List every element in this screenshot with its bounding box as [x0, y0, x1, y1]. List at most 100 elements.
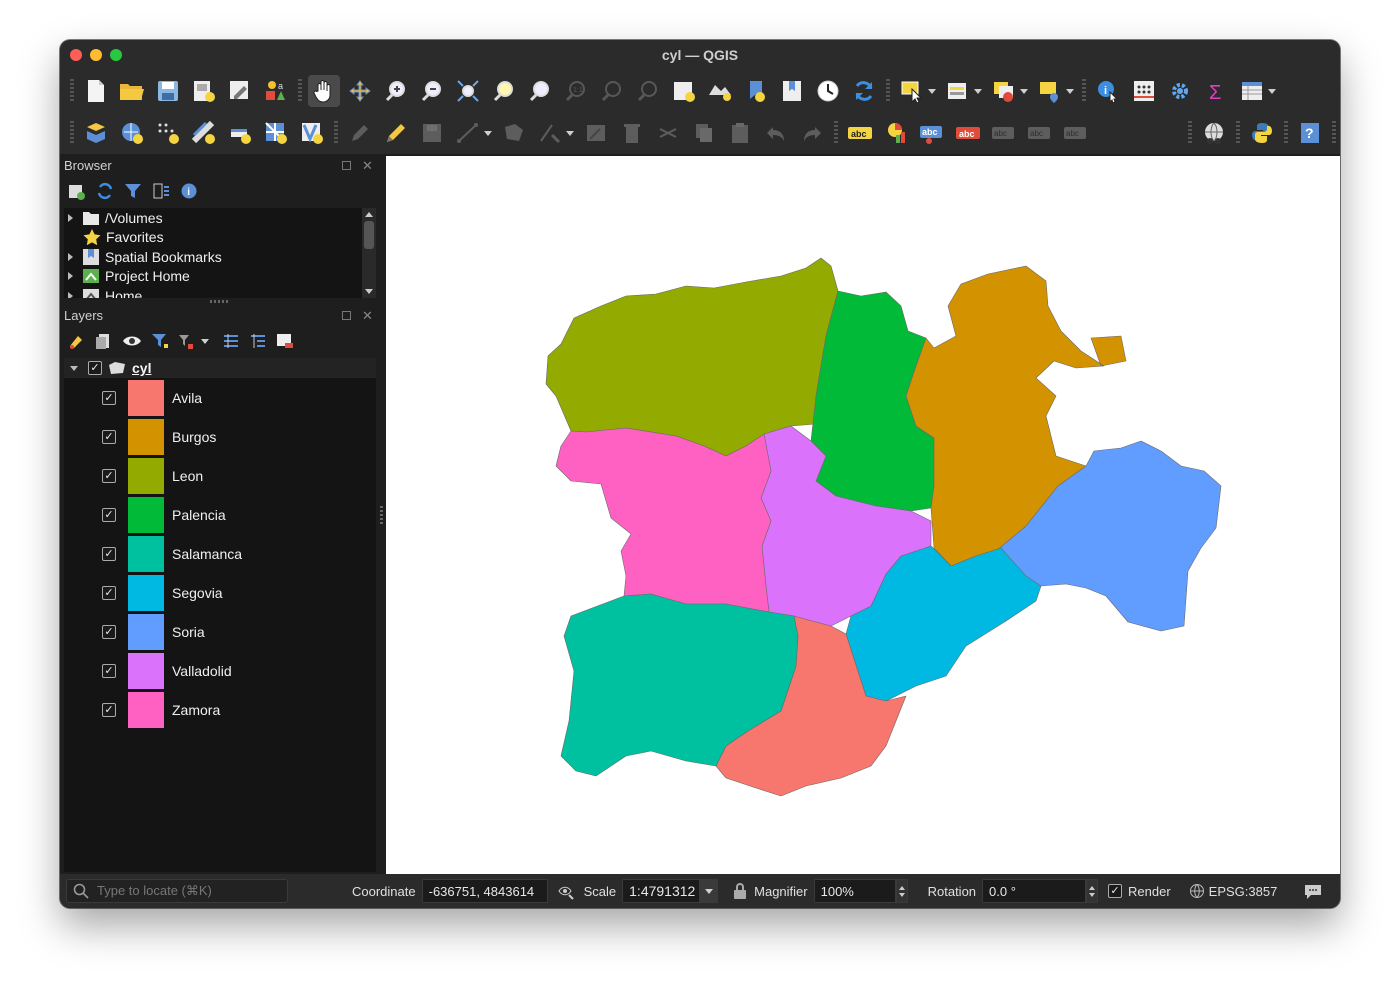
legend-item[interactable]: ✓ Salamanca: [102, 534, 376, 573]
diagram-icon[interactable]: [880, 117, 912, 149]
mesh-layer-icon[interactable]: [260, 117, 292, 149]
current-edits-icon[interactable]: [344, 117, 376, 149]
save-project-icon[interactable]: [152, 75, 184, 107]
refresh-icon[interactable]: [848, 75, 880, 107]
select-features-icon[interactable]: [896, 75, 928, 107]
modify-attributes-icon[interactable]: [580, 117, 612, 149]
label-pin-icon[interactable]: abc: [916, 117, 948, 149]
refresh-icon[interactable]: [96, 182, 114, 200]
zoom-last-icon[interactable]: [596, 75, 628, 107]
scroll-down-icon[interactable]: [365, 289, 373, 294]
browser-item-project-home[interactable]: Project Home: [64, 267, 362, 287]
toolbar-grip[interactable]: [334, 121, 338, 145]
toggle-editing-icon[interactable]: [380, 117, 412, 149]
style-panel-icon[interactable]: [68, 332, 86, 350]
select-by-value-icon[interactable]: [942, 75, 974, 107]
legend-checkbox[interactable]: ✓: [102, 585, 116, 600]
undo-icon[interactable]: [760, 117, 792, 149]
filter-icon[interactable]: [124, 182, 142, 200]
style-manager-icon[interactable]: a: [260, 75, 292, 107]
chevron-down-icon[interactable]: [566, 130, 574, 136]
legend-item[interactable]: ✓ Burgos: [102, 417, 376, 456]
label-change-icon[interactable]: abc: [1060, 117, 1092, 149]
close-panel-button[interactable]: ✕: [362, 158, 373, 174]
zoom-full-icon[interactable]: [452, 75, 484, 107]
chevron-down-icon[interactable]: [201, 338, 209, 344]
new-map-view-icon[interactable]: [668, 75, 700, 107]
chevron-down-icon[interactable]: [1066, 88, 1074, 94]
new-shapefile-icon[interactable]: [188, 117, 220, 149]
new-geopackage-icon[interactable]: [116, 117, 148, 149]
panel-splitter[interactable]: [210, 300, 230, 303]
label-highlight-icon[interactable]: abc: [952, 117, 984, 149]
close-window-button[interactable]: [70, 49, 82, 61]
map-canvas[interactable]: [386, 156, 1340, 874]
statistics-icon[interactable]: Σ: [1200, 75, 1232, 107]
paste-features-icon[interactable]: [724, 117, 756, 149]
legend-checkbox[interactable]: ✓: [102, 546, 116, 561]
magnifier-spinner[interactable]: [895, 879, 908, 903]
new-vector-tile-icon[interactable]: [296, 117, 328, 149]
info-icon[interactable]: i: [180, 182, 198, 200]
browser-item-spatial-bookmarks[interactable]: Spatial Bookmarks: [64, 247, 362, 267]
messages-icon[interactable]: [1303, 882, 1323, 900]
group-checkbox[interactable]: ✓: [88, 361, 102, 375]
collapse-all-icon[interactable]: [249, 332, 267, 350]
legend-checkbox[interactable]: ✓: [102, 624, 116, 639]
map-svg[interactable]: [386, 156, 1340, 874]
delete-selected-icon[interactable]: [616, 117, 648, 149]
filter-expression-icon[interactable]: [178, 332, 194, 350]
zoom-out-icon[interactable]: [416, 75, 448, 107]
save-edits-icon[interactable]: [416, 117, 448, 149]
legend-checkbox[interactable]: ✓: [102, 702, 116, 717]
scale-dropdown[interactable]: [700, 879, 719, 903]
chevron-down-icon[interactable]: [1268, 88, 1276, 94]
zoom-window-button[interactable]: [110, 49, 122, 61]
remove-layer-icon[interactable]: [276, 332, 294, 350]
legend-item[interactable]: ✓ Palencia: [102, 495, 376, 534]
toolbar-grip[interactable]: [298, 79, 302, 103]
toolbar-grip[interactable]: [1188, 121, 1192, 145]
toolbar-grip[interactable]: [1332, 121, 1336, 145]
dock-splitter[interactable]: [380, 506, 383, 526]
redo-icon[interactable]: [796, 117, 828, 149]
zoom-next-icon[interactable]: [632, 75, 664, 107]
add-layer-icon[interactable]: [68, 182, 86, 200]
toolbar-grip[interactable]: [1236, 121, 1240, 145]
toolbar-grip[interactable]: [70, 121, 74, 145]
render-checkbox[interactable]: ✓: [1108, 884, 1123, 898]
zoom-in-icon[interactable]: [380, 75, 412, 107]
temporal-controller-icon[interactable]: [812, 75, 844, 107]
copy-features-icon[interactable]: [688, 117, 720, 149]
float-panel-button[interactable]: [342, 311, 351, 320]
new-3d-view-icon[interactable]: [704, 75, 736, 107]
minimize-window-button[interactable]: [90, 49, 102, 61]
toggle-extents-icon[interactable]: [556, 882, 574, 900]
zoom-native-icon[interactable]: 1:1: [560, 75, 592, 107]
expand-all-icon[interactable]: [222, 332, 240, 350]
toolbar-grip[interactable]: [886, 79, 890, 103]
legend-checkbox[interactable]: ✓: [102, 468, 116, 483]
legend-checkbox[interactable]: ✓: [102, 390, 116, 405]
add-group-icon[interactable]: [95, 332, 113, 350]
toolbar-grip[interactable]: [1082, 79, 1086, 103]
attribute-table-icon[interactable]: [1128, 75, 1160, 107]
globe-plugin-icon[interactable]: [1198, 117, 1230, 149]
new-project-icon[interactable]: [80, 75, 112, 107]
expand-arrow-icon[interactable]: [68, 272, 73, 281]
visibility-icon[interactable]: [122, 332, 142, 350]
select-by-location-icon[interactable]: [1034, 75, 1066, 107]
zoom-to-selection-icon[interactable]: [488, 75, 520, 107]
chevron-down-icon[interactable]: [1020, 88, 1028, 94]
new-temporary-layer-icon[interactable]: [152, 117, 184, 149]
globe-icon[interactable]: [1189, 883, 1205, 899]
label-rotate-icon[interactable]: abc: [1024, 117, 1056, 149]
cut-features-icon[interactable]: [652, 117, 684, 149]
scrollbar-thumb[interactable]: [364, 221, 374, 249]
new-bookmark-icon[interactable]: [740, 75, 772, 107]
layer-group-row[interactable]: ✓ cyl: [64, 358, 376, 378]
pan-icon[interactable]: [308, 75, 340, 107]
pan-to-selection-icon[interactable]: [344, 75, 376, 107]
toolbar-grip[interactable]: [1284, 121, 1288, 145]
label-move-icon[interactable]: abc: [988, 117, 1020, 149]
